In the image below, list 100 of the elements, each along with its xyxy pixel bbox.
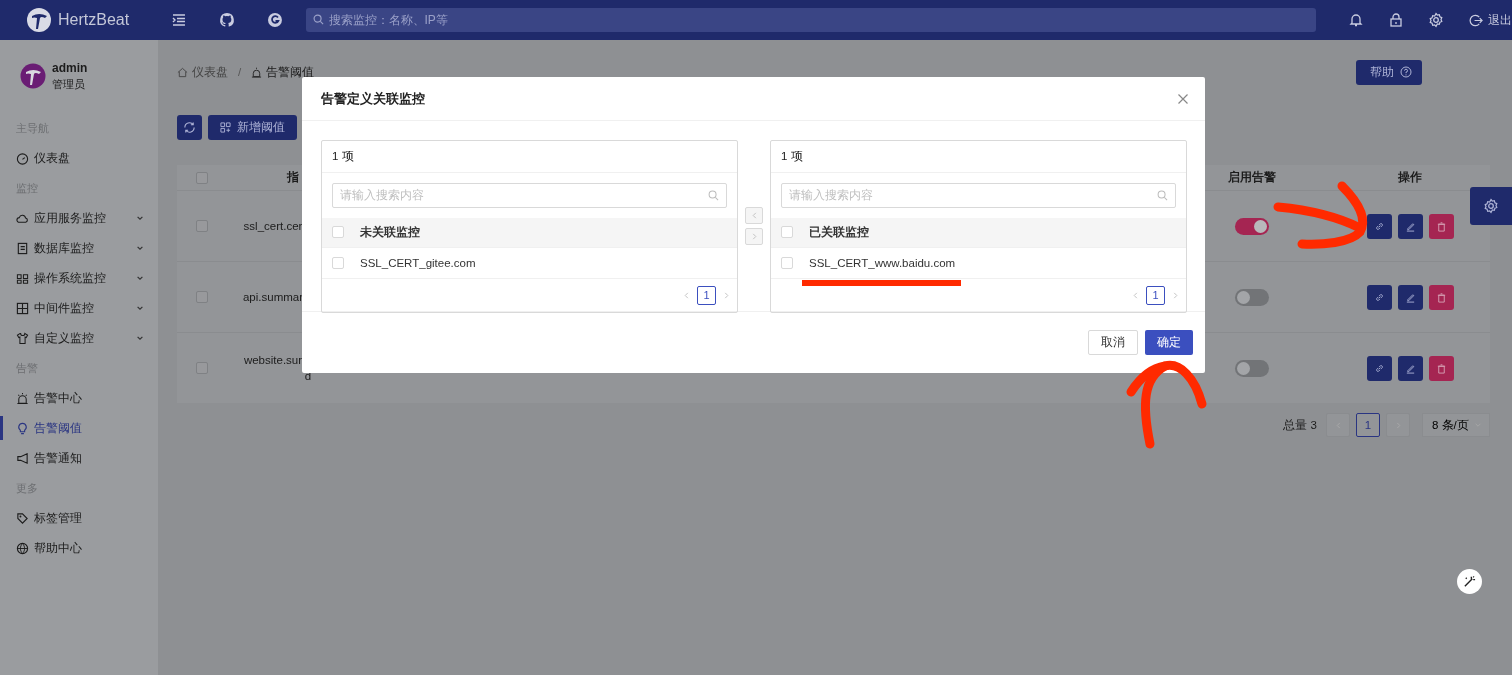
toggle-switch[interactable] — [1235, 288, 1269, 306]
search-field[interactable]: 请输入搜索内容 — [781, 182, 1176, 208]
list-title: 已关联监控 — [809, 224, 869, 240]
page-button[interactable]: 1 — [1146, 285, 1165, 305]
breadcrumb-link[interactable]: 仪表盘 — [192, 64, 228, 80]
tag-icon — [16, 511, 29, 525]
nav-item[interactable]: 数据库监控 — [0, 233, 158, 263]
list-title: 未关联监控 — [360, 224, 420, 240]
alarm-icon — [16, 391, 29, 405]
logout-button[interactable]: 退出 — [1468, 11, 1512, 29]
search-field[interactable]: 请输入搜索内容 — [332, 182, 727, 208]
g-logo-icon[interactable] — [266, 12, 283, 28]
link-icon — [1373, 291, 1385, 303]
lock-icon[interactable] — [1388, 12, 1404, 28]
total-count: 总量 3 — [1283, 417, 1317, 433]
refresh-icon — [183, 121, 196, 134]
page-size-select[interactable]: 8 条/页 — [1422, 413, 1490, 437]
nav-item[interactable]: 帮助中心 — [0, 533, 158, 563]
bulb-icon — [16, 421, 29, 435]
trash-icon — [1435, 291, 1447, 303]
github-icon[interactable] — [218, 12, 235, 28]
chevron-down-icon — [136, 304, 144, 312]
checkbox[interactable] — [196, 171, 208, 184]
previous-page-icon[interactable] — [683, 291, 690, 299]
list-item[interactable]: SSL_CERT_gitee.com — [360, 256, 476, 269]
help-button[interactable]: 帮助 — [1356, 59, 1422, 85]
page-button[interactable]: 1 — [1356, 413, 1380, 437]
table-cell: ssl_cert.cer — [243, 220, 303, 232]
magic-wand-button[interactable] — [1457, 569, 1482, 594]
link-button[interactable] — [1366, 355, 1392, 381]
search-icon — [312, 14, 324, 25]
next-page-icon[interactable] — [723, 291, 730, 299]
toggle-switch[interactable] — [1235, 217, 1269, 235]
chevron-right-icon — [750, 233, 758, 240]
chevron-down-icon — [136, 334, 144, 342]
item-count: 1 项 — [332, 148, 354, 164]
search-field[interactable]: 搜索监控：名称、IP等 — [305, 8, 1316, 32]
trash-icon — [1435, 220, 1447, 232]
brand-name: HertzBeat — [58, 11, 130, 29]
gauge-icon — [16, 151, 29, 165]
menu-icon[interactable] — [170, 12, 187, 28]
table-cell: api.summar — [242, 291, 304, 303]
checkbox[interactable] — [196, 362, 208, 374]
delete-button[interactable] — [1428, 284, 1454, 310]
checkbox[interactable] — [196, 220, 208, 232]
settings-tab[interactable] — [1470, 187, 1512, 225]
home-icon — [177, 66, 188, 78]
user-name: admin — [52, 60, 88, 75]
nav-item[interactable]: 标签管理 — [0, 503, 158, 533]
dialog-title: 告警定义关联监控 — [321, 89, 425, 108]
nav-item[interactable]: 告警中心 — [0, 383, 158, 413]
pencil-icon — [1404, 362, 1416, 374]
chevron-left-icon — [750, 212, 758, 219]
link-icon — [1373, 362, 1385, 374]
edit-button[interactable] — [1397, 284, 1423, 310]
grid-add-icon — [220, 122, 231, 133]
globe-icon — [16, 541, 29, 555]
delete-button[interactable] — [1428, 355, 1454, 381]
edit-button[interactable] — [1397, 355, 1423, 381]
nav-item[interactable]: 中间件监控 — [0, 293, 158, 323]
avatar-icon — [20, 63, 46, 89]
nav-item[interactable]: 操作系统监控 — [0, 263, 158, 293]
alarm-icon — [251, 66, 263, 78]
table-cell-text: d — [303, 370, 312, 382]
nav-item[interactable]: 告警阈值 — [0, 413, 158, 443]
nav-item[interactable]: 仪表盘 — [0, 143, 158, 173]
breadcrumb-current: 告警阈值 — [266, 64, 315, 80]
edit-button[interactable] — [1397, 213, 1423, 239]
settings-icon[interactable] — [1428, 12, 1444, 28]
cancel-button[interactable]: 取消 — [1088, 330, 1138, 355]
close-icon[interactable] — [1177, 92, 1189, 105]
next-page-icon[interactable] — [1172, 291, 1179, 299]
list-icon — [16, 241, 29, 255]
logout-icon — [1468, 12, 1483, 28]
grid-icon — [16, 271, 29, 285]
magic-wand-icon — [1463, 575, 1476, 588]
search-icon — [708, 189, 719, 201]
link-button[interactable] — [1366, 213, 1392, 239]
nav-item[interactable]: 应用服务监控 — [0, 203, 158, 233]
refresh-button[interactable] — [177, 115, 202, 140]
move-right-button[interactable] — [745, 228, 763, 245]
nav-item[interactable]: 自定义监控 — [0, 323, 158, 353]
bell-icon[interactable] — [1348, 12, 1364, 28]
delete-button[interactable] — [1428, 213, 1454, 239]
nav-item[interactable]: 告警通知 — [0, 443, 158, 473]
frame-icon — [16, 301, 29, 315]
move-left-button[interactable] — [745, 207, 763, 224]
link-button[interactable] — [1366, 284, 1392, 310]
page-button[interactable]: 1 — [697, 285, 716, 305]
pencil-icon — [1404, 291, 1416, 303]
pencil-icon — [1404, 220, 1416, 232]
breadcrumb-separator: / — [238, 66, 242, 78]
confirm-button[interactable]: 确定 — [1145, 330, 1193, 355]
toggle-switch[interactable] — [1235, 359, 1269, 377]
previous-page-icon[interactable] — [1132, 291, 1139, 299]
chevron-down-icon — [136, 274, 144, 282]
list-item[interactable]: SSL_CERT_www.baidu.com — [809, 256, 956, 269]
megaphone-icon — [16, 451, 29, 465]
add-threshold-button[interactable]: 新增阈值 — [208, 115, 297, 140]
checkbox[interactable] — [196, 291, 208, 303]
